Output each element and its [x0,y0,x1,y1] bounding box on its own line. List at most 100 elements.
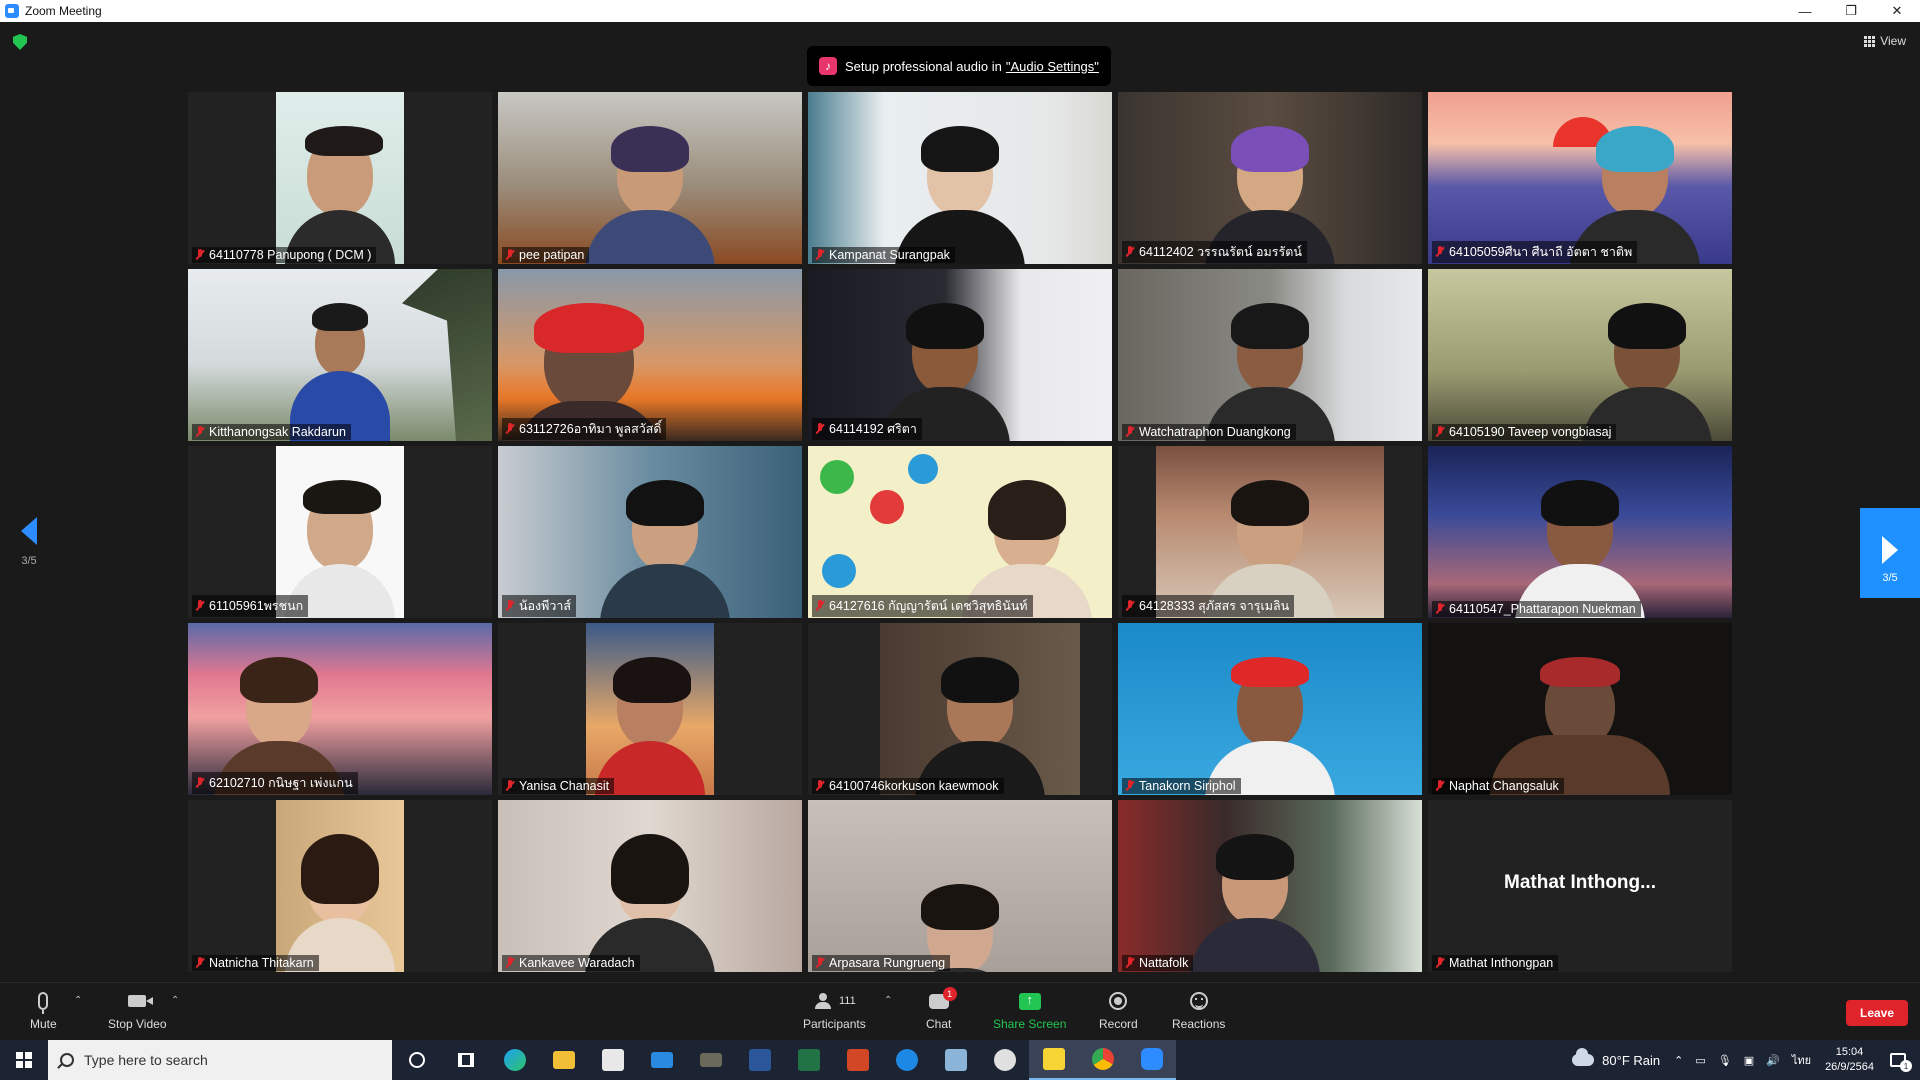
video-feed [1428,623,1732,795]
mic-muted-icon [815,423,825,435]
participant-tile[interactable]: Naphat Changsaluk [1428,623,1732,795]
taskbar-search-box[interactable]: Type here to search [48,1040,392,1080]
restore-button[interactable]: ❐ [1828,0,1874,22]
edge-app[interactable] [490,1040,539,1080]
task-view-button[interactable] [441,1040,490,1080]
language-indicator[interactable]: ไทย [1792,1051,1811,1069]
participant-tile[interactable]: 61105961พรชนก [188,446,492,618]
reactions-button[interactable]: Reactions [1172,991,1225,1031]
participant-tile[interactable]: Watchatraphon Duangkong [1118,269,1422,441]
excel-icon [797,1049,820,1071]
participant-tile[interactable]: Arpasara Rungrueng [808,800,1112,972]
internet-explorer-app[interactable] [882,1040,931,1080]
participant-tile[interactable]: 64105059ศีนา ศีนาถี อัตตา ชาติพ [1428,92,1732,264]
mute-button[interactable]: Mute [30,991,57,1031]
notepad-app[interactable] [931,1040,980,1080]
participant-tile[interactable]: Mathat Inthong... Mathat Inthongpan [1428,800,1732,972]
participants-button[interactable]: 111 Participants [803,991,866,1031]
internet-explorer-icon [895,1049,918,1071]
participant-tile[interactable]: Tanakorn Siriphol [1118,623,1422,795]
window-title: Zoom Meeting [25,4,102,18]
game-app[interactable] [686,1040,735,1080]
video-feed [1428,446,1732,618]
notification-badge: 1 [1900,1060,1912,1072]
mic-muted-icon [1435,603,1445,615]
participant-nameplate: pee patipan [502,247,590,263]
video-feed [1118,800,1422,972]
store-app[interactable] [588,1040,637,1080]
display-icon[interactable]: ▣ [1744,1054,1754,1067]
chat-button[interactable]: 1 Chat [926,986,957,1031]
participant-tile[interactable]: 62102710 กนิษฐา เพ่งแกน [188,623,492,795]
participant-display-name: Mathat Inthong... [1504,872,1656,893]
participant-tile[interactable]: Natnicha Thitakarn [188,800,492,972]
participant-nameplate: Kampanat Surangpak [812,247,955,263]
participant-tile[interactable]: Yanisa Chanasit [498,623,802,795]
minimize-button[interactable]: — [1782,0,1828,22]
participant-name: Arpasara Rungrueng [829,956,946,970]
participant-tile[interactable]: 64128333 สุภัสสร จารุเมลิน [1118,446,1422,618]
zoom-taskbar-app[interactable] [1127,1040,1176,1080]
record-button[interactable]: Record [1099,991,1138,1031]
gallery-grid-icon [1864,35,1876,47]
participant-nameplate: 64128333 สุภัสสร จารุเมลิน [1122,595,1295,617]
record-label: Record [1099,1017,1138,1031]
participant-name: Watchatraphon Duangkong [1139,425,1291,439]
participant-tile[interactable]: Kankavee Waradach [498,800,802,972]
file-explorer-app[interactable] [539,1040,588,1080]
powerpoint-app[interactable] [833,1040,882,1080]
participant-tile[interactable]: 64100746korkuson kaewmook [808,623,1112,795]
share-screen-button[interactable]: Share Screen [993,991,1066,1032]
security-shield-icon[interactable] [13,34,27,50]
close-button[interactable]: ✕ [1874,0,1920,22]
mic-tray-icon[interactable]: 🎙 [1718,1054,1732,1067]
search-placeholder: Type here to search [84,1052,208,1068]
mail-app[interactable] [637,1040,686,1080]
participant-name: 64127616 กัญญารัตน์ เดชวิสุทธินันท์ [829,599,1028,613]
excel-app[interactable] [784,1040,833,1080]
cortana-button[interactable] [392,1040,441,1080]
video-options-caret[interactable]: ⌃ [171,995,179,1006]
participant-name: 64105059ศีนา ศีนาถี อัตตา ชาติพ [1449,245,1633,259]
video-feed [586,623,714,795]
participant-tile[interactable]: Kampanat Surangpak [808,92,1112,264]
participant-tile[interactable]: 64110547_Phattarapon Nuekman [1428,446,1732,618]
participant-tile[interactable]: 63112726อาทิมา พูลสวัสดิ์ [498,269,802,441]
participant-tile[interactable]: 64127616 กัญญารัตน์ เดชวิสุทธินันท์ [808,446,1112,618]
participant-tile[interactable]: Kitthanongsak Rakdarun [188,269,492,441]
weather-rain-icon[interactable] [1572,1048,1595,1066]
chevron-up-icon[interactable]: ⌃ [1674,1054,1683,1067]
sticky-notes-app[interactable] [1029,1040,1078,1080]
view-button[interactable]: View [1864,34,1906,48]
leave-button[interactable]: Leave [1846,1000,1908,1026]
stop-video-button[interactable]: Stop Video [108,991,167,1031]
system-tray: 80°F Rain ⌃ ▭ 🎙 ▣ 🔊 ไทย 15:04 26/9/2564 … [1572,1040,1920,1080]
participants-options-caret[interactable]: ⌃ [884,995,892,1006]
network-icon[interactable]: ▭ [1695,1054,1705,1067]
word-app[interactable] [735,1040,784,1080]
participant-tile[interactable]: น้องพีวาส์ [498,446,802,618]
participant-tile[interactable]: 64110778 Panupong ( DCM ) [188,92,492,264]
notification-center-icon[interactable]: 1 [1890,1053,1912,1072]
audio-options-caret[interactable]: ⌃ [74,995,82,1006]
next-page-button[interactable]: 3/5 [1860,508,1920,598]
audio-settings-link[interactable]: "Audio Settings" [1006,59,1099,74]
weather-text[interactable]: 80°F Rain [1602,1053,1660,1068]
start-button[interactable] [0,1040,48,1080]
mic-muted-icon [815,780,825,792]
participant-nameplate: 62102710 กนิษฐา เพ่งแกน [192,772,358,794]
participant-tile[interactable]: 64105190 Taveep vongbiasaj [1428,269,1732,441]
mic-muted-icon [815,957,825,969]
participant-tile[interactable]: 64114192 ศริตา [808,269,1112,441]
messenger-app[interactable] [980,1040,1029,1080]
previous-page-button[interactable]: 3/5 [14,517,44,567]
participant-tile[interactable]: 64112402 วรรณรัตน์ อมรรัตน์ [1118,92,1422,264]
participant-nameplate: 64105059ศีนา ศีนาถี อัตตา ชาติพ [1432,241,1638,263]
volume-icon[interactable]: 🔊 [1766,1054,1780,1067]
clock[interactable]: 15:04 26/9/2564 [1825,1045,1874,1075]
participant-tile[interactable]: pee patipan [498,92,802,264]
participant-tile[interactable]: Nattafolk [1118,800,1422,972]
participant-nameplate: Kankavee Waradach [502,955,640,971]
chrome-app[interactable] [1078,1040,1127,1080]
participant-nameplate: น้องพีวาส์ [502,595,577,617]
